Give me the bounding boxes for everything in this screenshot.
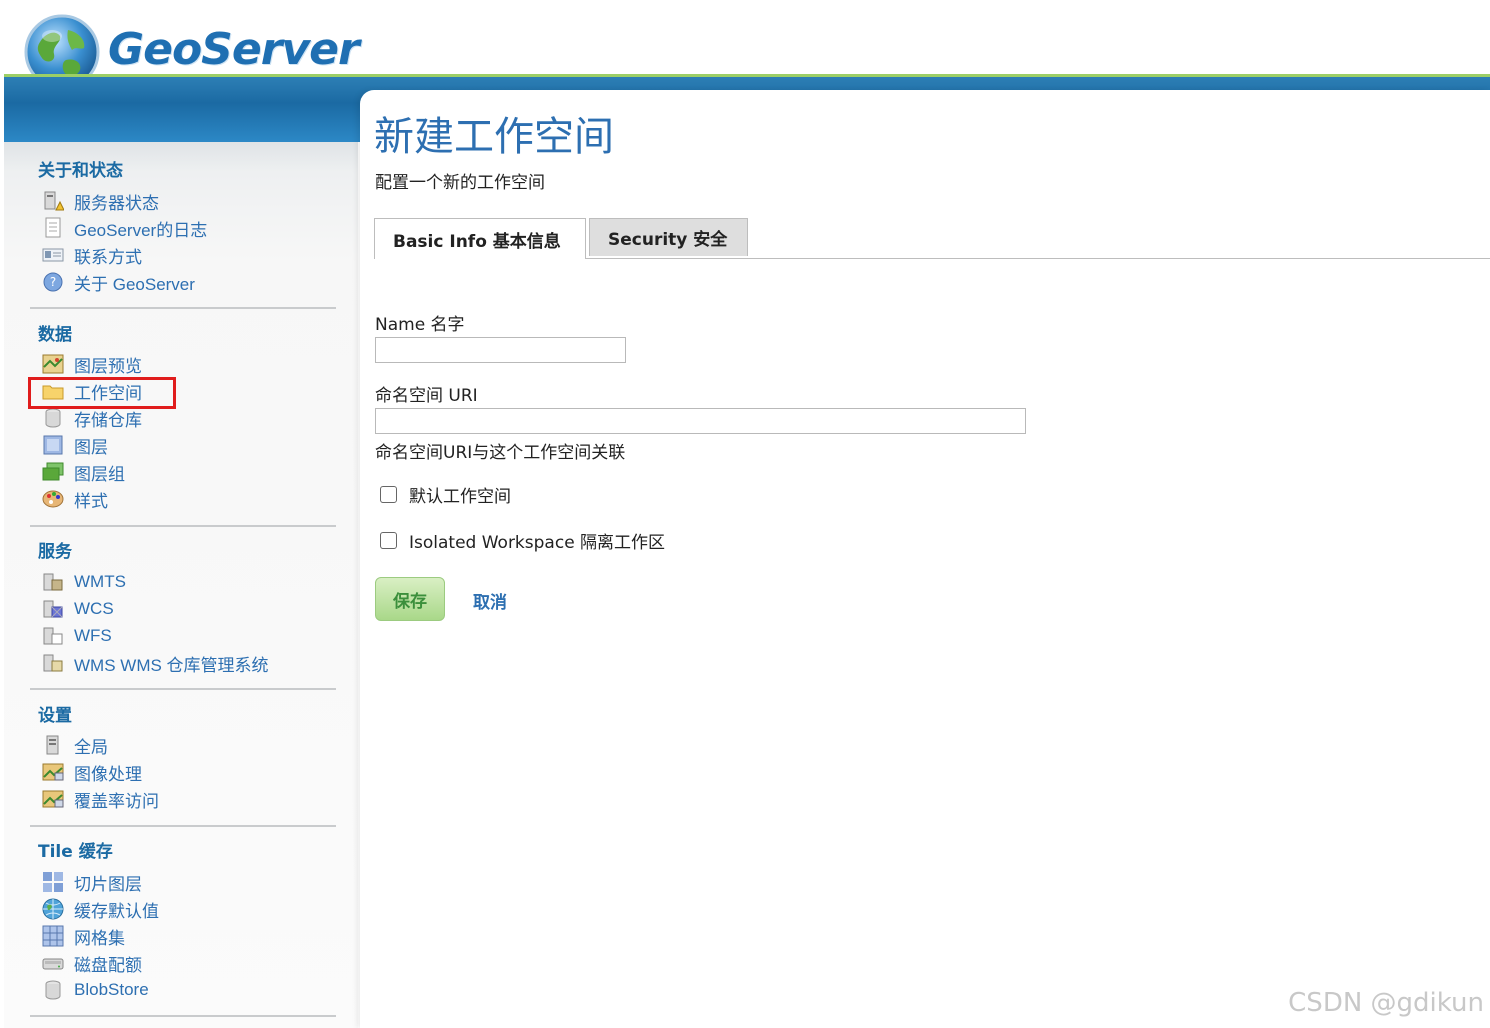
contact-card-icon xyxy=(42,244,64,266)
main-panel: 新建工作空间 配置一个新的工作空间 Basic Info 基本信息 Securi… xyxy=(360,90,1490,1028)
sidebar-item-label: 覆盖率访问 xyxy=(74,791,159,811)
layer-preview-icon xyxy=(42,353,64,375)
sidebar-item-label: 图层 xyxy=(74,437,108,457)
default-workspace-row[interactable]: 默认工作空间 xyxy=(380,482,511,507)
sidebar-item-label: 磁盘配额 xyxy=(74,955,142,975)
log-document-icon xyxy=(42,217,64,239)
tab-security[interactable]: Security 安全 xyxy=(589,218,748,256)
sidebar-item-label: 全局 xyxy=(74,737,108,757)
sidebar-section-title: Tile 缓存 xyxy=(38,842,113,862)
cache-defaults-globe-icon xyxy=(42,898,64,920)
sidebar-section-title: 服务 xyxy=(38,542,72,562)
sidebar-item-label: 样式 xyxy=(74,491,108,511)
sidebar-item-label: 切片图层 xyxy=(74,874,142,894)
sidebar-item-geoserver-log[interactable]: GeoServer的日志 xyxy=(42,215,207,241)
image-processing-icon xyxy=(42,761,64,783)
sidebar-item-label: 联系方式 xyxy=(74,247,142,267)
disk-quota-icon xyxy=(42,952,64,974)
sidebar-item-stores[interactable]: 存储仓库 xyxy=(42,405,142,431)
sidebar-item-gridsets[interactable]: 网格集 xyxy=(42,923,125,949)
sidebar-item-blobstore[interactable]: BlobStore xyxy=(42,977,149,1003)
isolated-workspace-label: Isolated Workspace 隔离工作区 xyxy=(409,533,666,553)
layer-group-icon xyxy=(42,461,64,483)
sidebar-divider xyxy=(30,825,336,827)
sidebar-item-layer-preview[interactable]: 图层预览 xyxy=(42,351,142,377)
sidebar-item-label: WCS xyxy=(74,599,114,618)
tile-layers-icon xyxy=(42,871,64,893)
geoserver-logo-text: GeoServer xyxy=(108,24,360,75)
coverage-access-icon xyxy=(42,788,64,810)
sidebar-item-coverage-access[interactable]: 覆盖率访问 xyxy=(42,786,159,812)
sidebar-item-server-status[interactable]: 服务器状态 xyxy=(42,188,159,214)
palette-icon xyxy=(42,488,64,510)
sidebar-item-wmts[interactable]: WMTS xyxy=(42,569,126,595)
save-button[interactable]: 保存 xyxy=(375,577,445,621)
sidebar-item-label: 存储仓库 xyxy=(74,410,142,430)
tab-basic-info[interactable]: Basic Info 基本信息 xyxy=(374,218,586,259)
wfs-service-icon xyxy=(42,625,64,647)
sidebar-item-image-processing[interactable]: 图像处理 xyxy=(42,759,142,785)
sidebar-item-label: 关于 GeoServer xyxy=(74,274,195,294)
sidebar-item-about-geoserver[interactable]: ? 关于 GeoServer xyxy=(42,269,195,295)
sidebar-item-global[interactable]: 全局 xyxy=(42,732,108,758)
sidebar-item-label: 服务器状态 xyxy=(74,193,159,213)
sidebar-item-label: 工作空间 xyxy=(74,383,142,403)
cancel-link[interactable]: 取消 xyxy=(473,588,507,613)
sidebar-divider xyxy=(30,688,336,690)
sidebar-section-title: 数据 xyxy=(38,325,72,345)
sidebar-item-contact[interactable]: 联系方式 xyxy=(42,242,142,268)
sidebar-item-label: 图层预览 xyxy=(74,356,142,376)
sidebar-item-label: WMTS xyxy=(74,572,126,591)
wms-service-icon xyxy=(42,652,64,674)
namespace-uri-label: 命名空间 URI xyxy=(375,386,478,406)
wmts-service-icon xyxy=(42,571,64,593)
tab-bar: Basic Info 基本信息 Security 安全 xyxy=(374,218,1490,259)
sidebar-item-label: 图像处理 xyxy=(74,764,142,784)
sidebar-item-tile-layers[interactable]: 切片图层 xyxy=(42,869,142,895)
gridset-icon xyxy=(42,925,64,947)
name-input[interactable] xyxy=(375,337,626,363)
sidebar-item-label: WFS xyxy=(74,626,112,645)
sidebar-item-label: BlobStore xyxy=(74,980,149,999)
folder-icon xyxy=(42,380,64,402)
sidebar-divider xyxy=(30,1015,336,1017)
sidebar-item-disk-quota[interactable]: 磁盘配额 xyxy=(42,950,142,976)
page-title: 新建工作空间 xyxy=(374,114,614,160)
sidebar-item-cache-defaults[interactable]: 缓存默认值 xyxy=(42,896,159,922)
sidebar-item-wfs[interactable]: WFS xyxy=(42,623,112,649)
sidebar-item-label: 网格集 xyxy=(74,928,125,948)
watermark-text: CSDN @gdikun xyxy=(1288,988,1484,1018)
svg-text:?: ? xyxy=(50,275,56,289)
namespace-uri-help: 命名空间URI与这个工作空间关联 xyxy=(375,443,626,463)
isolated-workspace-row[interactable]: Isolated Workspace 隔离工作区 xyxy=(380,528,665,553)
about-info-icon: ? xyxy=(42,271,64,293)
global-settings-icon xyxy=(42,734,64,756)
sidebar-item-layer-groups[interactable]: 图层组 xyxy=(42,459,125,485)
name-label: Name 名字 xyxy=(375,315,465,335)
sidebar-item-label: WMS WMS 仓库管理系统 xyxy=(74,655,269,675)
sidebar-item-styles[interactable]: 样式 xyxy=(42,486,108,512)
sidebar-section-title: 设置 xyxy=(38,706,72,726)
layer-icon xyxy=(42,434,64,456)
sidebar-item-layers[interactable]: 图层 xyxy=(42,432,108,458)
namespace-uri-input[interactable] xyxy=(375,408,1026,434)
default-workspace-label: 默认工作空间 xyxy=(409,487,511,507)
sidebar-divider xyxy=(30,307,336,309)
server-status-icon xyxy=(42,190,65,212)
sidebar-divider xyxy=(30,525,336,527)
page-description: 配置一个新的工作空间 xyxy=(375,173,545,193)
isolated-workspace-checkbox[interactable] xyxy=(380,532,397,549)
blobstore-icon xyxy=(42,979,64,1001)
sidebar-item-wcs[interactable]: WCS xyxy=(42,596,114,622)
default-workspace-checkbox[interactable] xyxy=(380,486,397,503)
sidebar-item-label: GeoServer的日志 xyxy=(74,220,208,240)
sidebar-item-label: 图层组 xyxy=(74,464,125,484)
sidebar-item-label: 缓存默认值 xyxy=(74,901,159,921)
wcs-service-icon xyxy=(42,598,64,620)
sidebar-item-workspaces[interactable]: 工作空间 xyxy=(42,378,142,404)
store-cylinder-icon xyxy=(42,407,64,429)
sidebar-item-wms[interactable]: WMS WMS 仓库管理系统 xyxy=(42,650,269,676)
sidebar-section-title: 关于和状态 xyxy=(38,161,123,181)
